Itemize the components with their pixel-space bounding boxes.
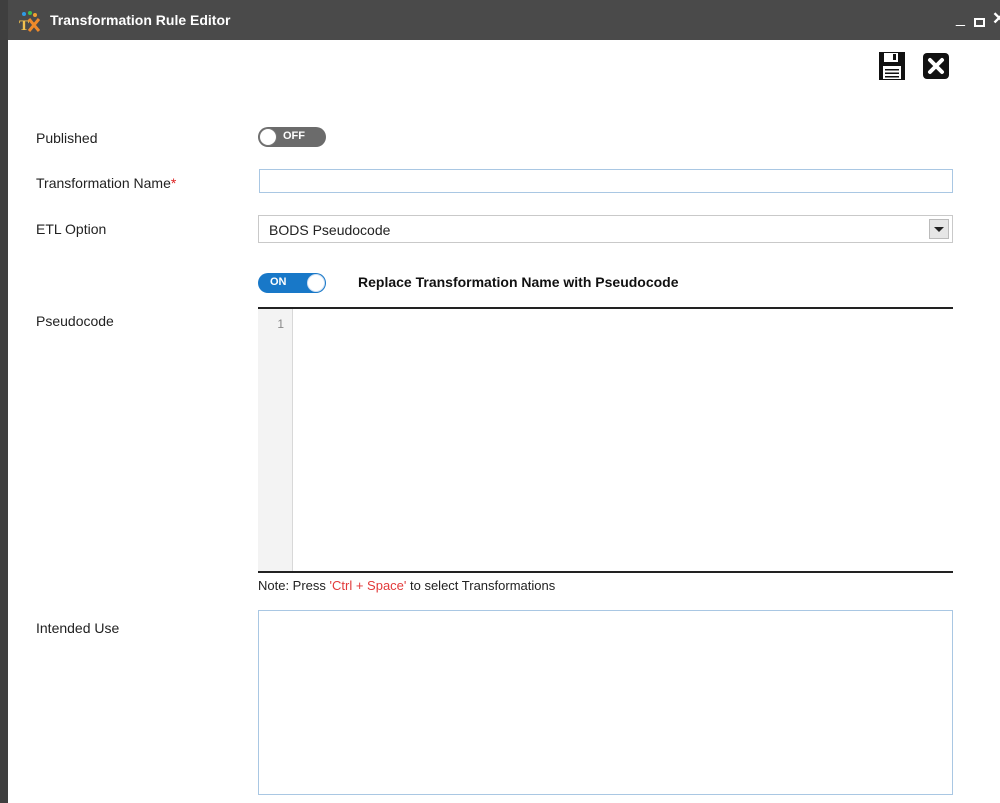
etl-option-value: BODS Pseudocode xyxy=(269,222,391,238)
required-marker: * xyxy=(170,175,177,191)
toggle-knob xyxy=(307,274,325,292)
minimize-icon[interactable]: _ xyxy=(956,8,965,30)
replace-name-label: Replace Transformation Name with Pseudoc… xyxy=(358,274,679,290)
note-suffix: to select Transformations xyxy=(406,578,556,593)
window-close-icon[interactable]: ✕ xyxy=(992,8,1000,30)
transformation-name-label-text: Transformation Name xyxy=(36,175,171,191)
replace-toggle-text: ON xyxy=(270,276,287,288)
window-frame-left xyxy=(0,0,8,803)
maximize-icon[interactable] xyxy=(974,18,985,27)
transformation-name-label: Transformation Name* xyxy=(36,175,176,191)
etl-option-select[interactable]: BODS Pseudocode xyxy=(258,215,953,243)
chevron-down-icon[interactable] xyxy=(929,219,949,239)
published-label: Published xyxy=(36,130,98,146)
title-bar: T Transformation Rule Editor _ ✕ xyxy=(8,0,1000,40)
published-toggle-text: OFF xyxy=(283,130,305,142)
note-prefix: Note: Press xyxy=(258,578,330,593)
save-icon[interactable] xyxy=(878,50,906,82)
intended-use-label: Intended Use xyxy=(36,620,120,636)
shortcut-note: Note: Press 'Ctrl + Space' to select Tra… xyxy=(258,578,555,593)
pseudocode-editor[interactable]: 1 xyxy=(258,307,953,573)
note-shortcut: 'Ctrl + Space' xyxy=(329,578,407,593)
close-icon[interactable] xyxy=(922,50,950,82)
svg-text:T: T xyxy=(19,18,29,32)
replace-name-toggle[interactable]: ON xyxy=(258,273,326,293)
intended-use-textarea[interactable] xyxy=(258,610,953,795)
published-toggle[interactable]: OFF xyxy=(258,127,326,147)
transformation-app-icon: T xyxy=(19,11,40,32)
window-title: Transformation Rule Editor xyxy=(50,12,231,28)
etl-option-label: ETL Option xyxy=(36,221,107,237)
toggle-knob xyxy=(259,128,277,146)
line-number: 1 xyxy=(277,317,284,331)
pseudocode-label: Pseudocode xyxy=(36,313,114,329)
line-number-gutter: 1 xyxy=(258,309,293,571)
transformation-name-input[interactable] xyxy=(259,169,953,193)
